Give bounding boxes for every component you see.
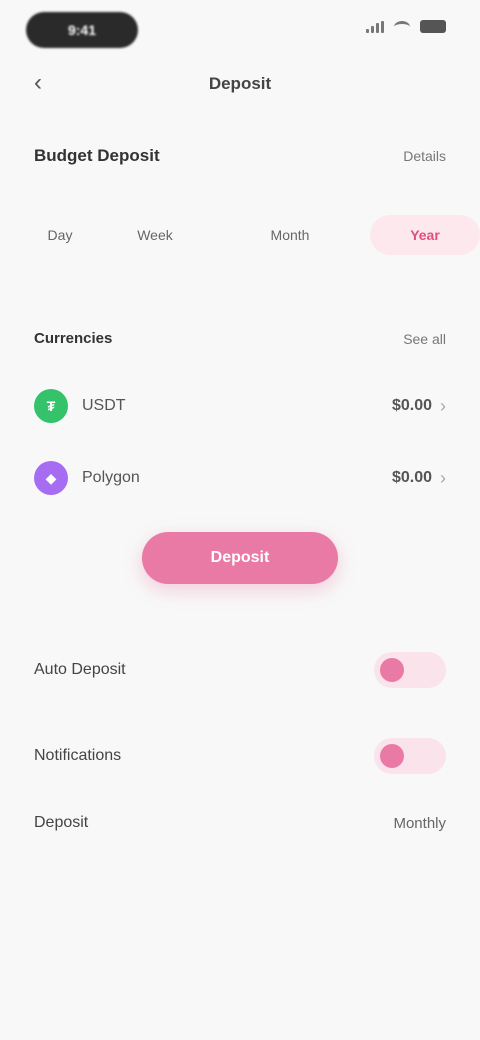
- toggle-knob: [380, 658, 404, 682]
- usdt-icon: ₮: [34, 389, 68, 423]
- budget-section-title: Budget Deposit: [34, 146, 160, 165]
- notifications-setting: Notifications: [34, 738, 446, 774]
- coin-value: $0.00: [391, 397, 432, 414]
- chevron-right-icon: ›: [440, 467, 446, 488]
- coin-value: $0.00: [391, 469, 432, 486]
- coin-list: ₮ USDT $0.00 › ◆ Polygon $0.00 ›: [34, 370, 446, 514]
- period-tabs: Day Week Month Year: [20, 212, 480, 258]
- deposit-frequency-value: Monthly: [393, 814, 446, 832]
- tab-day[interactable]: Day: [20, 215, 100, 255]
- notifications-label: Notifications: [34, 747, 122, 764]
- status-icons: [366, 20, 446, 33]
- currencies-section-title: Currencies: [34, 330, 113, 347]
- notifications-toggle[interactable]: [374, 738, 446, 774]
- auto-deposit-setting: Auto Deposit: [34, 652, 446, 688]
- currencies-see-all-link[interactable]: See all: [403, 331, 446, 347]
- header: ‹ Deposit: [0, 62, 480, 106]
- deposit-button[interactable]: Deposit: [142, 532, 338, 584]
- polygon-icon: ◆: [34, 461, 68, 495]
- coin-name: USDT: [82, 397, 126, 414]
- budget-section-header: Budget Deposit Details: [34, 146, 446, 166]
- toggle-knob: [380, 744, 404, 768]
- deposit-frequency-row[interactable]: Deposit Monthly: [34, 814, 446, 832]
- screen: 9:41 ‹ Deposit Budget Deposit Details Da…: [0, 0, 480, 1040]
- signal-icon: [366, 20, 384, 33]
- auto-deposit-label: Auto Deposit: [34, 661, 126, 678]
- deposit-frequency-label: Deposit: [34, 814, 89, 831]
- wifi-icon: [394, 20, 410, 33]
- status-bar: 9:41: [0, 0, 480, 60]
- budget-details-link[interactable]: Details: [403, 148, 446, 164]
- battery-icon: [420, 20, 446, 33]
- status-time: 9:41: [26, 12, 138, 48]
- coin-row-polygon[interactable]: ◆ Polygon $0.00 ›: [34, 442, 446, 514]
- tab-month[interactable]: Month: [210, 215, 370, 255]
- coin-row-usdt[interactable]: ₮ USDT $0.00 ›: [34, 370, 446, 442]
- coin-name: Polygon: [82, 469, 140, 486]
- page-title: Deposit: [208, 74, 272, 93]
- tab-year[interactable]: Year: [370, 215, 480, 255]
- currencies-section-header: Currencies See all: [34, 330, 446, 347]
- chevron-right-icon: ›: [440, 395, 446, 416]
- auto-deposit-toggle[interactable]: [374, 652, 446, 688]
- tab-week[interactable]: Week: [100, 215, 210, 255]
